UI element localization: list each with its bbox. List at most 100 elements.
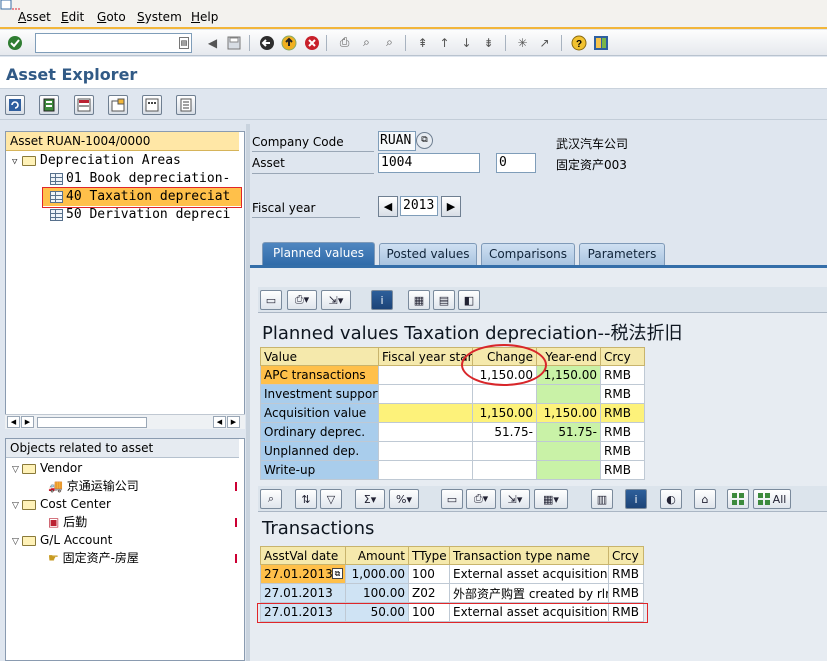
cell-fy-start[interactable] [378,384,473,404]
cell-year-end[interactable] [536,384,601,404]
cell-ttype[interactable]: 100 [408,564,450,584]
expand-tree-icon[interactable] [727,489,749,509]
row-label[interactable]: Write-up [260,460,379,480]
tab-parameters[interactable]: Parameters [579,243,665,265]
cell-crcy[interactable]: RMB [608,564,644,584]
cell-amount[interactable]: 100.00 [345,583,409,603]
refresh-icon[interactable] [5,95,25,115]
layout-icon[interactable]: ▦▾ [534,489,568,509]
col-header-fy-start[interactable]: Fiscal year start [378,347,473,366]
print-icon[interactable]: ⎙ [335,33,354,52]
row-label[interactable]: Acquisition value [260,403,379,423]
layout-icon[interactable]: ▦ [408,290,430,310]
cell-change[interactable] [472,441,537,461]
company-code-field[interactable]: RUAN [378,131,416,151]
cell-crcy[interactable]: RMB [600,441,645,461]
col-header-ttype[interactable]: TType [408,546,450,565]
scroll-left-icon[interactable]: ◀ [7,416,20,428]
filter-icon[interactable]: ▽ [320,489,342,509]
menu-goto[interactable]: Goto [97,10,126,24]
cell-amount[interactable]: 1,000.00 [345,564,409,584]
tab-posted-values[interactable]: Posted values [379,243,477,265]
tree-item-cost-center-entry[interactable]: ▣ 后勤 [48,513,87,531]
list-details-icon[interactable] [176,95,196,115]
col-header-crcy[interactable]: Crcy [600,347,645,366]
cell-transaction-name[interactable]: 外部资产购置 created by rlr [449,583,609,603]
sort-icon[interactable]: ⇅ [295,489,317,509]
cell-year-end[interactable] [536,460,601,480]
exit-up-icon[interactable] [279,33,298,52]
info-icon[interactable]: i [371,290,393,310]
table-row[interactable]: Write-up RMB [260,460,645,480]
menu-help[interactable]: Help [191,10,218,24]
export-icon[interactable]: ⇲▾ [500,489,530,509]
table-row[interactable]: 27.01.2013 ⧉ 1,000.00 100 External asset … [260,564,644,584]
next-page-icon[interactable]: ↓ [457,33,476,52]
command-field[interactable]: ▤ [35,33,192,53]
expand-triangle-icon[interactable]: ▽ [12,533,22,551]
subtotal-icon[interactable]: %▾ [389,489,419,509]
cell-fy-start[interactable] [378,422,473,442]
tree-node-depreciation-areas[interactable]: ▽ Depreciation Areas [12,152,181,170]
cell-ttype[interactable]: Z02 [408,583,450,603]
back-green-icon[interactable] [257,33,276,52]
next-year-button[interactable]: ▶ [441,196,461,217]
row-label[interactable]: Unplanned dep. [260,441,379,461]
document-icon[interactable]: ◐ [660,489,682,509]
cell-crcy[interactable]: RMB [600,365,645,385]
asset-subnumber-field[interactable]: 0 [496,153,536,173]
table-row[interactable]: Ordinary deprec. 51.75- 51.75- RMB [260,422,645,442]
col-header-value[interactable]: Value [260,347,379,366]
cell-year-end[interactable]: 51.75- [536,422,601,442]
print-preview-icon[interactable]: ⎙▾ [287,290,317,310]
table-row[interactable]: Unplanned dep. RMB [260,441,645,461]
cell-change[interactable]: 51.75- [472,422,537,442]
cell-change[interactable]: 1,150.00 [472,403,537,423]
tree-item-gl-account-entry[interactable]: ☛ 固定资产-房屋 [48,549,139,567]
col-header-amount[interactable]: Amount [345,546,409,565]
ordinary-depreciation-icon[interactable] [142,95,162,115]
create-shortcut-icon[interactable]: ↗ [535,33,554,52]
cell-fy-start[interactable] [378,365,473,385]
expand-triangle-icon[interactable]: ▽ [12,153,22,171]
enter-checkmark-icon[interactable] [5,33,24,52]
scroll-thumb[interactable] [37,417,147,428]
tree-node-gl-account[interactable]: ▽ G/L Account [12,531,112,549]
previous-year-button[interactable]: ◀ [378,196,398,217]
col-header-crcy[interactable]: Crcy [608,546,644,565]
create-session-icon[interactable]: ✳ [513,33,532,52]
info-icon[interactable]: i [625,489,647,509]
table-row[interactable]: APC transactions 1,150.00 1,150.00 RMB [260,365,645,385]
last-page-icon[interactable]: ⇟ [479,33,498,52]
details-icon[interactable]: ▭ [260,290,282,310]
find-next-icon[interactable]: ⌕ [380,33,399,52]
row-label[interactable]: Ordinary deprec. [260,422,379,442]
tree-item-vendor-entry[interactable]: 🚚 京通运输公司 [48,477,139,495]
display-asset-icon[interactable] [39,95,59,115]
graphic-icon[interactable]: ◧ [458,290,480,310]
cell-change[interactable] [472,460,537,480]
graphic-icon[interactable]: ▥ [591,489,613,509]
cell-crcy[interactable]: RMB [608,583,644,603]
col-header-asstval-date[interactable]: AsstVal date [260,546,346,565]
previous-page-icon[interactable]: ↑ [435,33,454,52]
cell-change[interactable] [472,384,537,404]
hat-icon[interactable]: ⌂ [694,489,716,509]
cell-fy-start[interactable] [378,403,473,423]
sum-icon[interactable]: Σ▾ [355,489,385,509]
cell-year-end[interactable]: 1,150.00 [536,403,601,423]
help-icon[interactable]: ? [569,33,588,52]
row-label[interactable]: Investment support [260,384,379,404]
cell-fy-start[interactable] [378,460,473,480]
cell-date[interactable]: 27.01.2013 [260,583,346,603]
company-details-icon[interactable]: ⧉ [416,132,433,149]
first-page-icon[interactable]: ⇞ [413,33,432,52]
menu-system[interactable]: System [137,10,182,24]
row-label[interactable]: APC transactions [260,365,379,385]
save-disk-icon[interactable] [224,33,243,52]
asset-number-field[interactable]: 1004 [378,153,480,173]
expand-triangle-icon[interactable]: ▽ [12,497,22,515]
command-field-dropdown-icon[interactable]: ▤ [179,37,189,49]
value-display-icon[interactable] [74,95,94,115]
menu-asset[interactable]: Asset [18,10,51,24]
